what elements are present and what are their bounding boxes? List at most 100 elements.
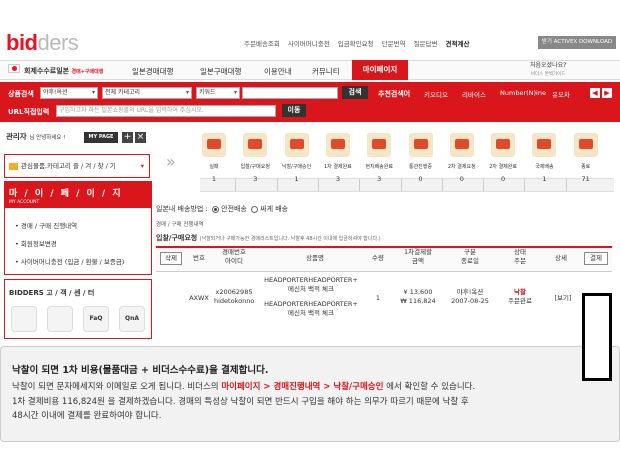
- delete-button[interactable]: 삭제: [160, 252, 182, 265]
- stage-icon: [573, 133, 598, 157]
- japan-flag-icon: [8, 64, 20, 73]
- site-select[interactable]: 야후!옥션: [40, 87, 98, 99]
- stage-10[interactable]: 종료 71: [568, 133, 604, 183]
- stage-divider: [276, 179, 278, 191]
- pay-button[interactable]: 결제: [584, 252, 608, 265]
- search-input[interactable]: [242, 87, 338, 99]
- stage-divider: [441, 179, 443, 191]
- row-product-name-line1[interactable]: HEADPORTERHEADPORTER+: [256, 276, 366, 285]
- reco-keyword-3[interactable]: Number(N)ine: [500, 89, 546, 97]
- topnav-estimate[interactable]: 견적계산: [444, 38, 472, 48]
- row-product-name-line4[interactable]: 메신저 백적 체크: [256, 309, 366, 318]
- plus-icon[interactable]: +: [122, 132, 133, 143]
- main-nav-purchase[interactable]: 일본구매대행: [200, 66, 241, 77]
- row-product-name-line3[interactable]: HEADPORTERHEADPORTER+: [256, 300, 366, 309]
- stage-7[interactable]: 2차 결제요청 0: [444, 133, 480, 183]
- main-nav-guide[interactable]: 이용안내: [264, 66, 292, 77]
- link-progress[interactable]: • 경매 / 구매 진행내역: [15, 220, 77, 230]
- phone-icon[interactable]: [47, 306, 73, 332]
- my-account-box: 마 / 이 / 페 / 이 / 지 MY ACCOUNT • 경매 / 구매 진행…: [4, 181, 152, 275]
- stage-name: 1차 결제완료: [324, 164, 352, 170]
- cheap-shipping-radio[interactable]: [251, 205, 259, 213]
- stage-icon: [449, 133, 474, 157]
- reco-keyword-1[interactable]: 키오디오: [424, 89, 448, 99]
- first-visit-guide[interactable]: 처음오셨나요? 비더스 완벽가이드: [530, 62, 566, 79]
- topnav-translate[interactable]: 단문번역: [380, 38, 408, 48]
- main-nav-auction[interactable]: 일본경매대행: [132, 66, 173, 77]
- stage-count: 0: [418, 175, 423, 183]
- user-greeting: 관리자 님 안녕하세요 !: [6, 132, 66, 141]
- favorites-bar[interactable]: 관심물품,카테고리 즐 / 겨 / 찾 / 기 ▾: [4, 154, 150, 178]
- row-auction-number[interactable]: x20062985: [214, 288, 254, 297]
- stage-divider: [565, 179, 567, 191]
- stage-icon: [243, 133, 268, 157]
- row-detail-link[interactable]: [보기]: [546, 294, 580, 303]
- bidders-logo[interactable]: bidders: [6, 30, 79, 56]
- search-button[interactable]: 검색: [342, 86, 368, 99]
- info-line-2: 1차 결제비용 116,824원 을 결제하겠습니다. 경매의 특성상 낙찰이 …: [12, 396, 469, 407]
- row-site: 야후!옥션: [456, 288, 484, 296]
- faq-icon[interactable]: FaQ: [83, 306, 109, 332]
- stage-icon: [532, 133, 557, 157]
- reco-keyword-2[interactable]: 리바이스: [462, 89, 486, 99]
- reco-prev-icon[interactable]: ◀: [590, 88, 600, 98]
- topnav-cybermoney[interactable]: 사이버머니충전: [286, 38, 332, 48]
- stage-divider: [359, 179, 361, 191]
- highlight-box: [582, 293, 612, 381]
- stage-divider: [317, 179, 319, 191]
- stage-6[interactable]: 통관진행중 0: [403, 133, 439, 183]
- stage-8[interactable]: 2차 결제완료 0: [485, 133, 521, 183]
- row-number: AXWX: [189, 294, 209, 302]
- info-line-3: 48시간 이내에 결제를 완료하여야 합니다.: [12, 411, 162, 421]
- stage-2[interactable]: 입찰/구매요청 3: [237, 133, 273, 183]
- stage-name: 통관진행중: [408, 164, 432, 170]
- mypage-button[interactable]: MY PAGE: [84, 132, 118, 143]
- customer-center-box: BIDDERS 고 / 객 / 센 / 터 FaQ QnA: [4, 279, 152, 339]
- stage-3[interactable]: 낙찰/구매승인 1: [279, 133, 315, 183]
- stage-name: 입찰/구매요청: [240, 164, 270, 170]
- safe-shipping-radio[interactable]: [212, 205, 220, 213]
- th-end-date: 구분 종료일: [461, 248, 479, 265]
- topnav-deposit[interactable]: 입금확인요청: [336, 38, 376, 48]
- th-number: 번호: [193, 254, 205, 262]
- link-cybermoney[interactable]: • 사이버머니충전 (입금 / 환불 / 보증금): [15, 256, 124, 266]
- stage-4[interactable]: 1차 결제완료 3: [320, 133, 356, 183]
- th-auction-id: 경매번호 아이디: [222, 248, 246, 265]
- stage-count: 3: [253, 175, 258, 183]
- section-title: 입찰/구매요청 (낙찰되거나 구매가능한 경매리스트입니다. 낙찰후 48시간 …: [156, 234, 381, 242]
- th-product-name: 상품명: [306, 254, 324, 262]
- stage-count: 1: [211, 175, 217, 183]
- url-go-button[interactable]: 이동: [282, 104, 306, 117]
- shipping-method: 일본내 배송방법 : 안전배송 싸게 배송: [156, 205, 289, 213]
- activex-download-button[interactable]: 받기 ACTIVEX DOWNLOAD: [538, 36, 616, 49]
- row-status: 낙찰: [514, 288, 526, 296]
- main-nav-mypage[interactable]: 마이페이지: [352, 60, 408, 80]
- stage-name: 종료: [581, 164, 591, 170]
- stage-divider: [400, 179, 402, 191]
- keyword-type-select[interactable]: 키워드: [196, 87, 240, 99]
- close-icon[interactable]: ×: [135, 132, 146, 143]
- topnav-order-tracking[interactable]: 주문배송조회: [242, 38, 282, 48]
- main-nav-community[interactable]: 커뮤니티: [312, 66, 340, 77]
- stage-5[interactable]: 현지배송완료 3: [361, 133, 397, 183]
- th-detail: 상세: [555, 254, 567, 262]
- reco-keyword-4[interactable]: 유모차: [552, 89, 570, 99]
- reco-next-icon[interactable]: ▶: [602, 88, 612, 98]
- people-icon[interactable]: [11, 306, 37, 332]
- topnav-qna[interactable]: 질문답변: [412, 38, 440, 48]
- stage-1[interactable]: 실패 1: [196, 133, 232, 183]
- stage-count: 0: [501, 175, 506, 183]
- qna-icon[interactable]: QnA: [119, 306, 145, 332]
- stage-9[interactable]: 국제배송 1: [526, 133, 562, 183]
- category-select[interactable]: 전체 카테고리: [102, 87, 192, 99]
- row-product-name-line2[interactable]: 메신저 백적 체크: [256, 285, 366, 294]
- customer-center-title: BIDDERS 고 / 객 / 센 / 터: [9, 289, 95, 297]
- url-input[interactable]: 구입하고자 하는 일본쇼핑몰의 URL을 입력하여 주십시오.: [56, 105, 276, 117]
- info-body: 낙찰이 되면 문자메세지와 이메일로 오게 됩니다. 비더스의 마이페이지 > …: [12, 380, 475, 424]
- stage-name: 실패: [209, 164, 219, 170]
- main-nav-fee[interactable]: 회제수수료일본 경매+구매대행: [24, 66, 103, 76]
- th-quantity: 수량: [372, 254, 384, 262]
- stage-icon: [202, 133, 226, 157]
- link-member-info[interactable]: • 회원정보변경: [15, 238, 57, 248]
- row-seller-id: hidetokonno: [214, 297, 255, 305]
